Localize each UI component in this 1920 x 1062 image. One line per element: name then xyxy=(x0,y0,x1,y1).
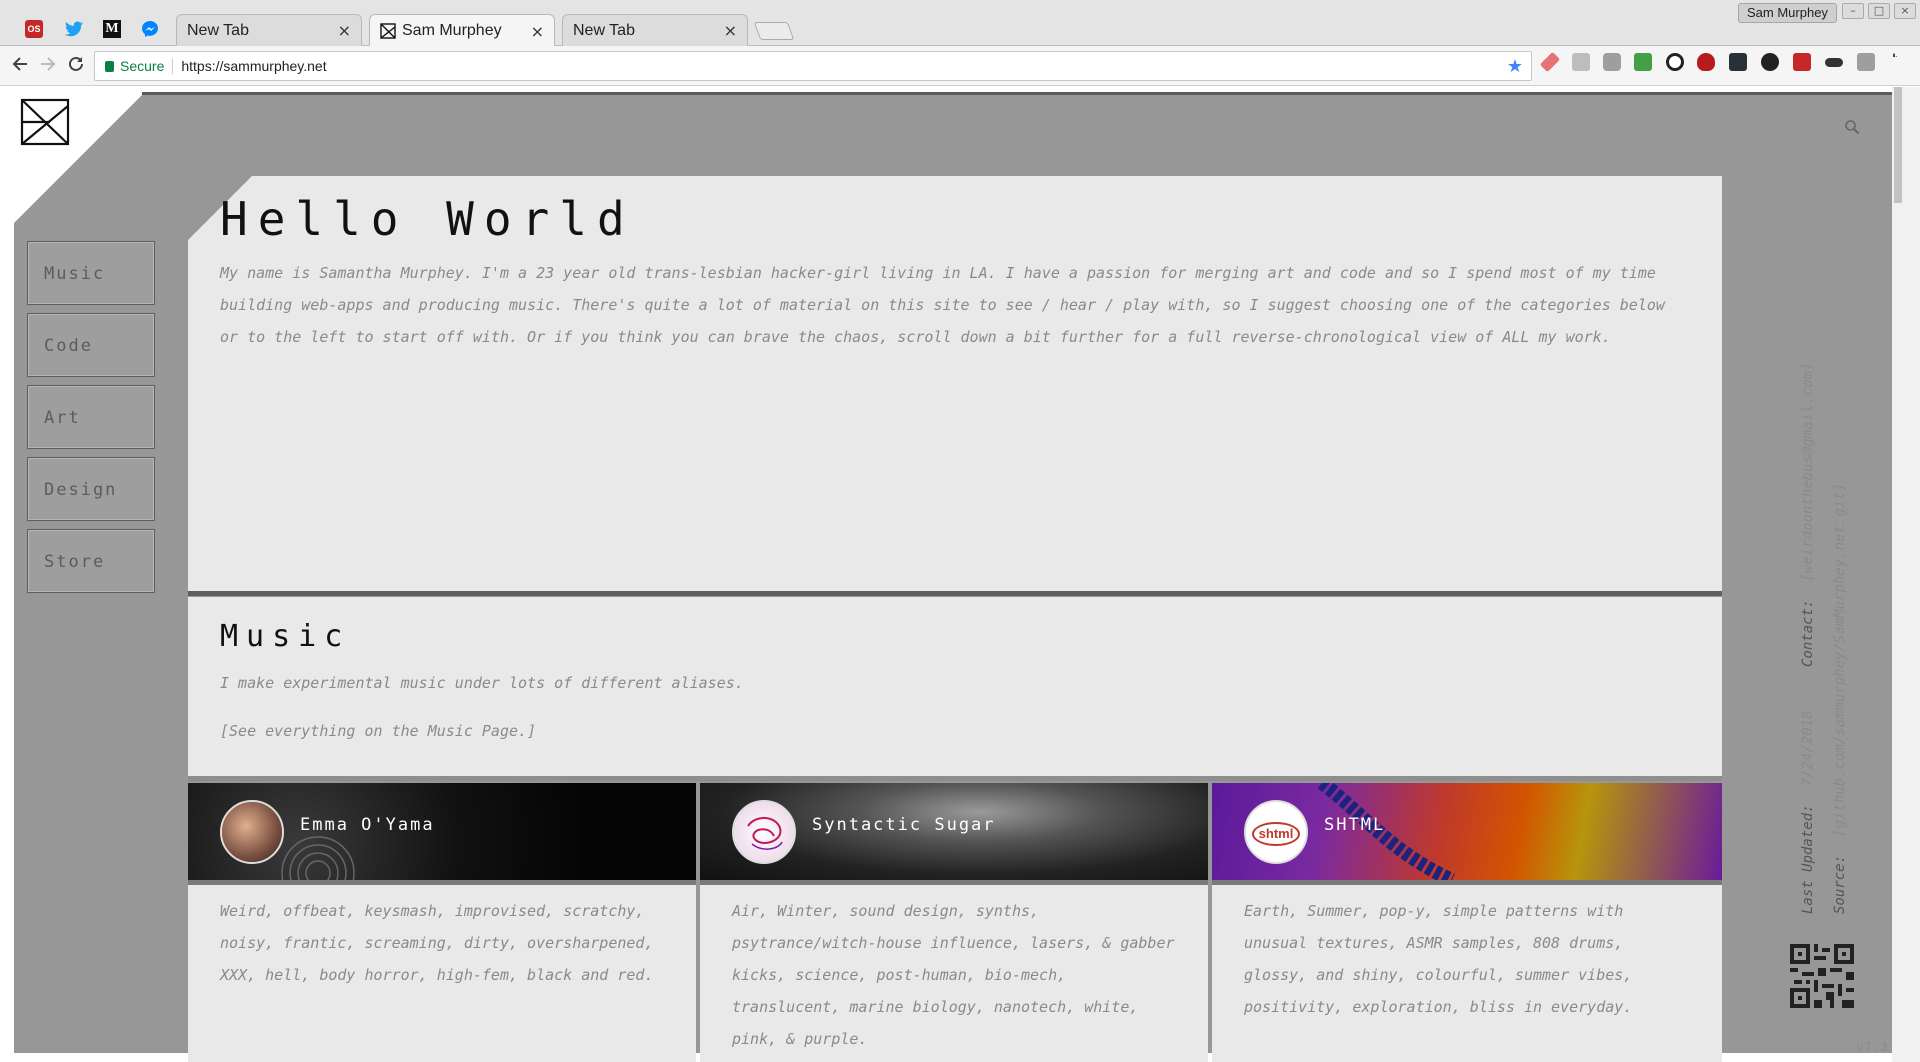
contact-line: Contact: [weirdoonthebus@gmail.com] xyxy=(1800,362,1816,667)
music-page-link[interactable]: [See everything on the Music Page.] xyxy=(220,715,536,747)
alias-description: Weird, offbeat, keysmash, improvised, sc… xyxy=(220,902,654,984)
sidebar-item-store[interactable]: Store xyxy=(27,529,155,593)
address-separator xyxy=(172,58,174,74)
updated-label: Last Updated: xyxy=(1800,804,1816,914)
extension-react-icon[interactable] xyxy=(1729,53,1747,71)
source-link[interactable]: [github.com/sammurphey/SamMurphey.net.gi… xyxy=(1832,483,1848,837)
tab-new-2[interactable]: New Tab × xyxy=(562,14,748,46)
sugar-logo-icon xyxy=(747,817,783,850)
sidebar-item-design[interactable]: Design xyxy=(27,457,155,521)
alias-banner-syntactic-sugar[interactable]: Syntactic Sugar xyxy=(700,783,1208,880)
reload-icon[interactable] xyxy=(64,54,88,78)
version-label: v7.3 xyxy=(1856,1040,1889,1054)
browser-toolbar: Secure https://sammurphey.net ★ xyxy=(0,46,1920,86)
sidebar-item-art[interactable]: Art xyxy=(27,385,155,449)
tab-title: Sam Murphey xyxy=(402,22,502,39)
page-scrollbar[interactable] xyxy=(1892,87,1920,1062)
search-icon[interactable] xyxy=(1844,119,1860,135)
page-viewport: Music Code Art Design Store Hello World … xyxy=(0,87,1920,1062)
pinned-tab-os[interactable]: OS xyxy=(18,14,50,44)
alias-description: Air, Winter, sound design, synths, psytr… xyxy=(732,902,1175,1048)
address-bar[interactable]: Secure https://sammurphey.net ★ xyxy=(94,51,1532,81)
pinned-tab-twitter[interactable] xyxy=(58,14,90,44)
back-icon[interactable] xyxy=(8,54,32,78)
star-icon[interactable]: ★ xyxy=(1507,56,1523,77)
extension-sync-icon[interactable] xyxy=(1666,53,1684,71)
extension-gnome-icon[interactable] xyxy=(1761,53,1779,71)
site-logo-icon[interactable] xyxy=(20,98,70,146)
music-divider xyxy=(188,776,1722,781)
close-window-button[interactable]: × xyxy=(1894,3,1916,19)
source-line: Source: [github.com/sammurphey/SamMurphey… xyxy=(1832,483,1848,914)
extension-camera-icon[interactable] xyxy=(1603,53,1621,71)
contact-email[interactable]: [weirdoonthebus@gmail.com] xyxy=(1800,362,1816,581)
scrollbar-thumb[interactable] xyxy=(1894,87,1902,203)
updated-date: 7/24/2018 xyxy=(1800,710,1816,787)
browser-menu-icon[interactable] xyxy=(1893,53,1897,67)
avatar xyxy=(732,800,796,864)
medium-favicon-icon: M xyxy=(103,20,121,38)
extension-ublock-icon[interactable] xyxy=(1697,53,1715,71)
alias-desc-card: Air, Winter, sound design, synths, psytr… xyxy=(700,885,1208,1062)
music-intro: I make experimental music under lots of … xyxy=(220,674,744,692)
alias-name: SHTML xyxy=(1324,815,1386,835)
close-tab-icon[interactable]: × xyxy=(724,21,737,40)
pinned-tab-medium[interactable]: M xyxy=(96,14,128,44)
contact-label: Contact: xyxy=(1800,599,1816,667)
new-tab-button[interactable] xyxy=(753,22,795,40)
pinned-tab-messenger[interactable] xyxy=(134,14,166,44)
tab-new-1[interactable]: New Tab × xyxy=(176,14,362,46)
shtml-logo-text: shtml xyxy=(1252,822,1300,846)
tab-sam-murphey[interactable]: Sam Murphey × xyxy=(369,14,555,47)
hero-title: Hello World xyxy=(220,192,635,246)
extension-os-icon[interactable] xyxy=(1857,53,1875,71)
tab-title: New Tab xyxy=(573,21,635,39)
alias-banner-shtml[interactable]: shtml SHTML xyxy=(1212,783,1722,880)
os-favicon-icon: OS xyxy=(25,20,43,38)
alias-description: Earth, Summer, pop-y, simple patterns wi… xyxy=(1244,902,1633,1016)
avatar: shtml xyxy=(1244,800,1308,864)
hero-divider xyxy=(188,591,1722,596)
qr-code-icon[interactable] xyxy=(1790,944,1854,1008)
browser-tab-bar: OS M New Tab × Sam Murphey × New Tab × S… xyxy=(0,0,1920,47)
site-favicon-icon xyxy=(380,23,396,39)
messenger-icon xyxy=(142,21,158,37)
extension-mask-icon[interactable] xyxy=(1825,58,1843,67)
maximize-button[interactable]: □ xyxy=(1868,3,1890,19)
forward-icon[interactable] xyxy=(36,54,60,78)
tab-title: New Tab xyxy=(187,21,249,39)
minimize-button[interactable]: – xyxy=(1842,3,1864,19)
alias-name: Emma O'Yama xyxy=(300,815,435,835)
alias-banner-emma[interactable]: Emma O'Yama xyxy=(188,783,696,880)
profile-button[interactable]: Sam Murphey xyxy=(1738,3,1837,23)
music-title: Music xyxy=(220,619,351,654)
avatar xyxy=(220,800,284,864)
alias-desc-card: Earth, Summer, pop-y, simple patterns wi… xyxy=(1212,885,1722,1062)
close-tab-icon[interactable]: × xyxy=(338,21,351,40)
extension-gray-icon[interactable] xyxy=(1572,53,1590,71)
sidebar-item-music[interactable]: Music xyxy=(27,241,155,305)
frame-top-border xyxy=(142,92,1892,95)
updated-line: Last Updated: 7/24/2018 xyxy=(1800,711,1816,914)
url-text: https://sammurphey.net xyxy=(181,58,327,74)
extension-red-icon[interactable] xyxy=(1793,53,1811,71)
extension-green-icon[interactable] xyxy=(1634,53,1652,71)
alias-desc-card: Weird, offbeat, keysmash, improvised, sc… xyxy=(188,885,696,1062)
source-label: Source: xyxy=(1832,854,1848,914)
alias-name: Syntactic Sugar xyxy=(812,815,996,835)
close-tab-icon[interactable]: × xyxy=(531,22,544,41)
hero-body: My name is Samantha Murphey. I'm a 23 ye… xyxy=(220,264,1665,346)
twitter-bird-icon xyxy=(65,21,83,37)
sidebar-item-code[interactable]: Code xyxy=(27,313,155,377)
secure-label: Secure xyxy=(120,58,165,74)
lock-icon xyxy=(105,60,114,72)
